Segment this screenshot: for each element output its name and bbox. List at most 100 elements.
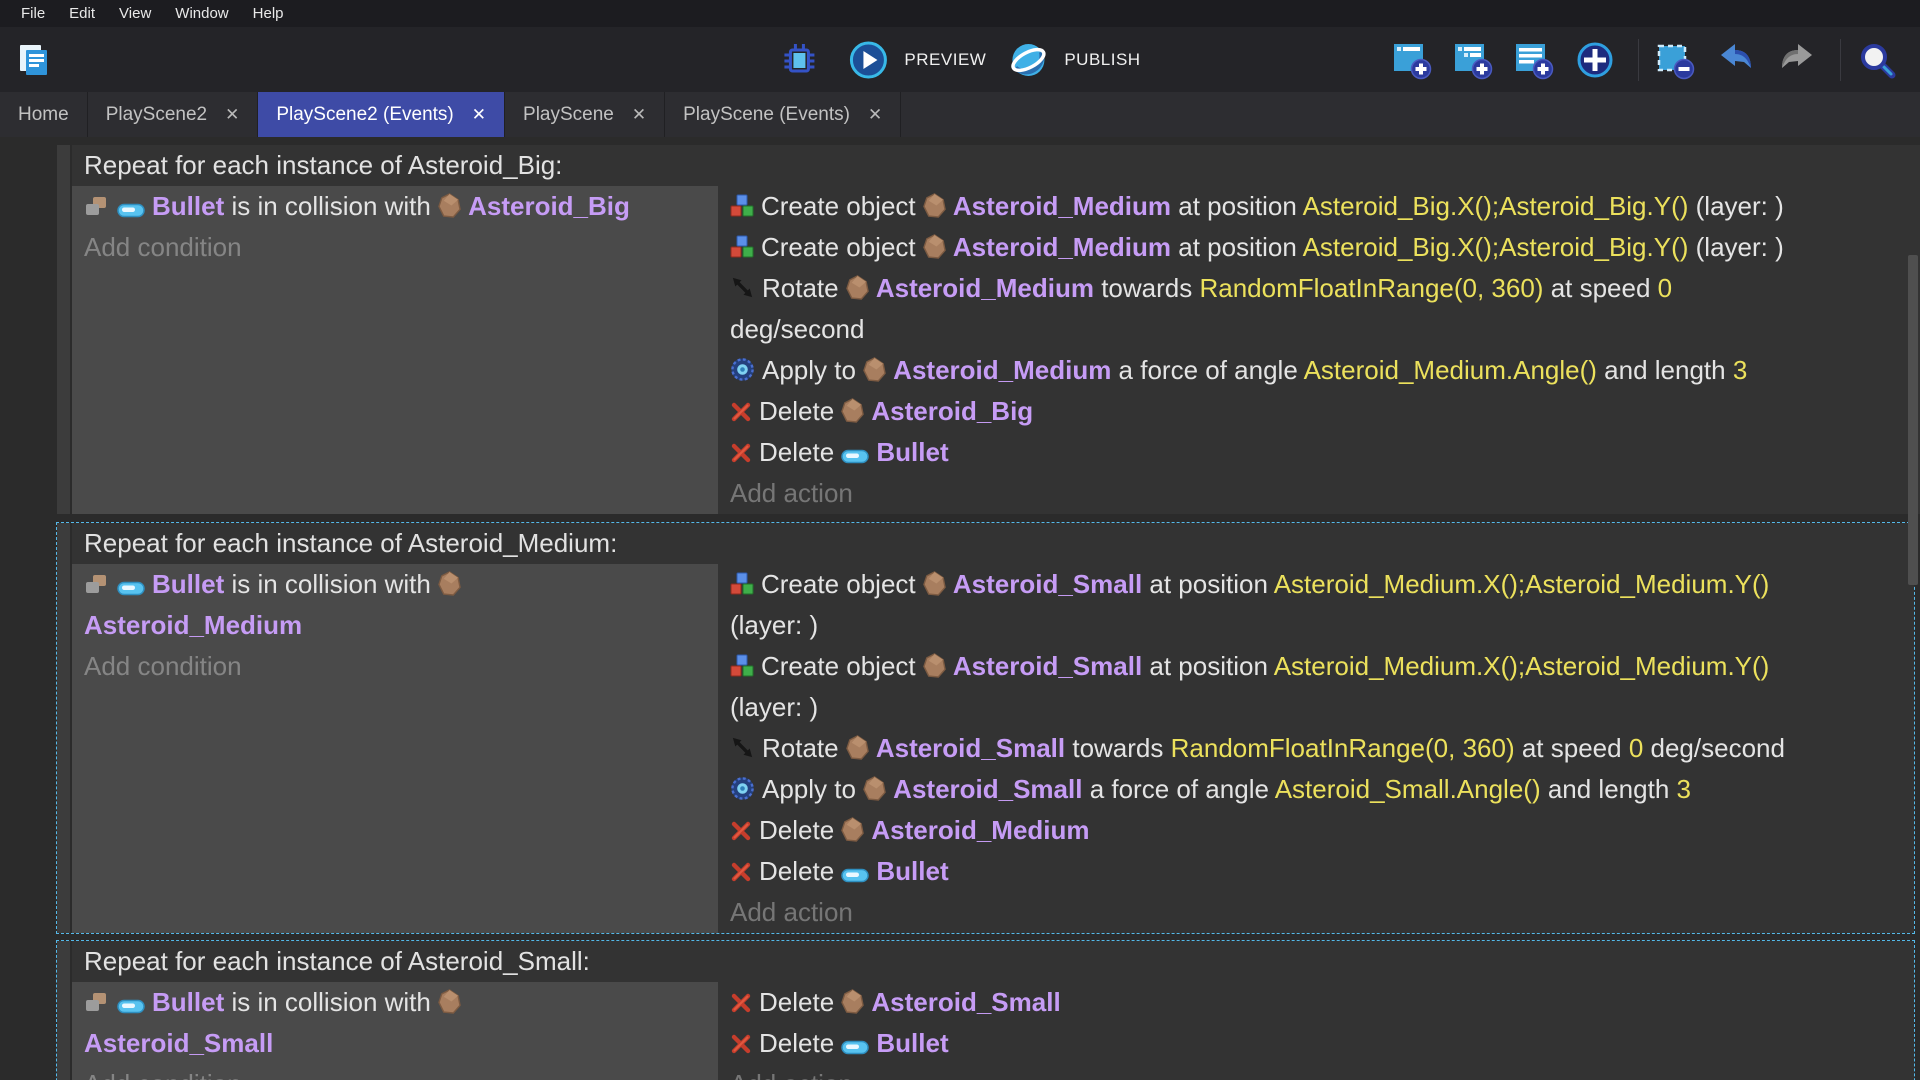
- action-row[interactable]: Create object Asteroid_Small at position…: [718, 646, 1914, 687]
- tab-close-icon[interactable]: ✕: [472, 106, 486, 123]
- add-event-button[interactable]: [1388, 38, 1443, 82]
- action-row[interactable]: (layer: ): [718, 605, 1914, 646]
- condition-row[interactable]: Asteroid_Small: [72, 1023, 718, 1064]
- object-name: Asteroid_Small: [875, 733, 1066, 763]
- action-row[interactable]: Create object Asteroid_Medium at positio…: [718, 227, 1920, 268]
- instruction-text: Delete: [759, 396, 842, 426]
- preview-button[interactable]: PREVIEW: [844, 38, 990, 82]
- conditions-column: Bullet is in collision with Asteroid_Sma…: [72, 982, 718, 1080]
- instruction-text: at speed: [1514, 733, 1629, 763]
- event-body: Repeat for each instance of Asteroid_Sma…: [72, 941, 1914, 1080]
- action-row[interactable]: Apply to Asteroid_Small a force of angle…: [718, 769, 1914, 810]
- tab-home[interactable]: Home: [0, 92, 88, 137]
- delete-icon: [730, 401, 752, 423]
- event-block-1[interactable]: Repeat for each instance of Asteroid_Big…: [57, 145, 1920, 514]
- action-row[interactable]: Delete Asteroid_Small: [718, 982, 1914, 1023]
- tab-close-icon[interactable]: ✕: [868, 106, 882, 123]
- condition-row[interactable]: Bullet is in collision with: [72, 982, 718, 1023]
- action-row[interactable]: Rotate Asteroid_Small towards RandomFloa…: [718, 728, 1914, 769]
- action-row[interactable]: Rotate Asteroid_Medium towards RandomFlo…: [718, 268, 1920, 309]
- instruction-text: (layer: ): [730, 610, 819, 640]
- tab-playscene[interactable]: PlayScene ✕: [505, 92, 666, 137]
- add-comment-button[interactable]: [1510, 38, 1565, 82]
- menu-item-file[interactable]: File: [9, 0, 57, 27]
- instruction-text: Delete: [759, 1028, 842, 1058]
- action-row[interactable]: Create object Asteroid_Small at position…: [718, 564, 1914, 605]
- add-action-button[interactable]: Add action: [718, 473, 1920, 514]
- menu-item-window[interactable]: Window: [163, 0, 240, 27]
- menu-item-help[interactable]: Help: [241, 0, 296, 27]
- events-sheet-logo-icon[interactable]: [12, 40, 56, 80]
- action-row[interactable]: Delete Bullet: [718, 432, 1920, 473]
- publish-label: PUBLISH: [1064, 49, 1141, 69]
- object-name: Asteroid_Medium: [893, 355, 1112, 385]
- action-row[interactable]: Delete Bullet: [718, 851, 1914, 892]
- repeat-event-header[interactable]: Repeat for each instance of Asteroid_Big…: [72, 145, 1920, 186]
- add-action-button[interactable]: Add action: [718, 1064, 1914, 1080]
- asteroid-object-icon: [438, 571, 461, 596]
- debug-button[interactable]: [775, 38, 830, 82]
- create-object-icon: [730, 572, 754, 596]
- menu-item-edit[interactable]: Edit: [57, 0, 107, 27]
- instruction-text: at position: [1171, 191, 1303, 221]
- instruction-text: Delete: [759, 987, 842, 1017]
- tab-bar: Home PlayScene2 ✕ PlayScene2 (Events) ✕ PlayS…: [0, 92, 1920, 137]
- event-block-2[interactable]: Repeat for each instance of Asteroid_Med…: [56, 522, 1915, 934]
- add-comment-icon: [1514, 40, 1554, 80]
- add-condition-button[interactable]: Add condition: [72, 227, 718, 268]
- tab-playscene2-events[interactable]: PlayScene2 (Events) ✕: [258, 92, 506, 137]
- tab-label: PlayScene2 (Events): [276, 103, 454, 125]
- rotate-icon: [730, 275, 755, 300]
- event-drag-handle[interactable]: [57, 941, 72, 1080]
- action-row[interactable]: Apply to Asteroid_Medium a force of angl…: [718, 350, 1920, 391]
- expression: Asteroid_Medium.X();Asteroid_Medium.Y(): [1273, 569, 1770, 599]
- expression: Asteroid_Small.Angle(): [1274, 774, 1541, 804]
- toolbar: PREVIEW PUBLISH: [0, 27, 1920, 92]
- instruction-text: Create object: [761, 191, 923, 221]
- bullet-object-icon: [841, 449, 870, 464]
- expression: 0: [1657, 273, 1673, 303]
- action-row[interactable]: deg/second: [718, 309, 1920, 350]
- toolbar-right: [1388, 27, 1908, 92]
- repeat-event-header[interactable]: Repeat for each instance of Asteroid_Med…: [72, 523, 1914, 564]
- scrollbar-thumb[interactable]: [1908, 255, 1918, 585]
- event-drag-handle[interactable]: [57, 145, 72, 514]
- bullet-object-icon: [117, 203, 145, 218]
- collision-icon: [84, 196, 110, 218]
- condition-row[interactable]: Asteroid_Medium: [72, 605, 718, 646]
- add-condition-button[interactable]: Add condition: [72, 646, 718, 687]
- condition-row[interactable]: Bullet is in collision with Asteroid_Big: [72, 186, 718, 227]
- expression: 0: [1628, 733, 1644, 763]
- add-condition-button[interactable]: Add condition: [72, 1064, 718, 1080]
- tab-close-icon[interactable]: ✕: [225, 106, 239, 123]
- condition-row[interactable]: Bullet is in collision with: [72, 564, 718, 605]
- create-object-icon: [730, 235, 754, 259]
- redo-button[interactable]: [1773, 38, 1828, 82]
- publish-button[interactable]: PUBLISH: [1004, 38, 1144, 82]
- instruction-text: is in collision with: [224, 569, 439, 599]
- action-row[interactable]: Delete Asteroid_Medium: [718, 810, 1914, 851]
- add-subevent-button[interactable]: [1449, 38, 1504, 82]
- tab-label: Home: [18, 103, 69, 125]
- expression: RandomFloatInRange(0, 360): [1170, 733, 1515, 763]
- add-action-button[interactable]: Add action: [718, 892, 1914, 933]
- search-button[interactable]: [1853, 38, 1908, 82]
- tab-close-icon[interactable]: ✕: [632, 106, 646, 123]
- action-row[interactable]: (layer: ): [718, 687, 1914, 728]
- vertical-scrollbar[interactable]: [1906, 137, 1920, 1080]
- action-row[interactable]: Create object Asteroid_Medium at positio…: [718, 186, 1920, 227]
- action-row[interactable]: Delete Asteroid_Big: [718, 391, 1920, 432]
- event-block-3[interactable]: Repeat for each instance of Asteroid_Sma…: [56, 940, 1915, 1080]
- menu-item-view[interactable]: View: [107, 0, 163, 27]
- undo-button[interactable]: [1712, 38, 1767, 82]
- event-body: Repeat for each instance of Asteroid_Big…: [72, 145, 1920, 514]
- tab-playscene-events[interactable]: PlayScene (Events) ✕: [665, 92, 902, 137]
- tab-playscene2[interactable]: PlayScene2 ✕: [88, 92, 259, 137]
- add-circle-button[interactable]: [1571, 38, 1626, 82]
- object-name: Asteroid_Medium: [875, 273, 1094, 303]
- delete-selection-button[interactable]: [1651, 38, 1706, 82]
- asteroid-object-icon: [923, 653, 946, 678]
- event-drag-handle[interactable]: [57, 523, 72, 933]
- action-row[interactable]: Delete Bullet: [718, 1023, 1914, 1064]
- repeat-event-header[interactable]: Repeat for each instance of Asteroid_Sma…: [72, 941, 1914, 982]
